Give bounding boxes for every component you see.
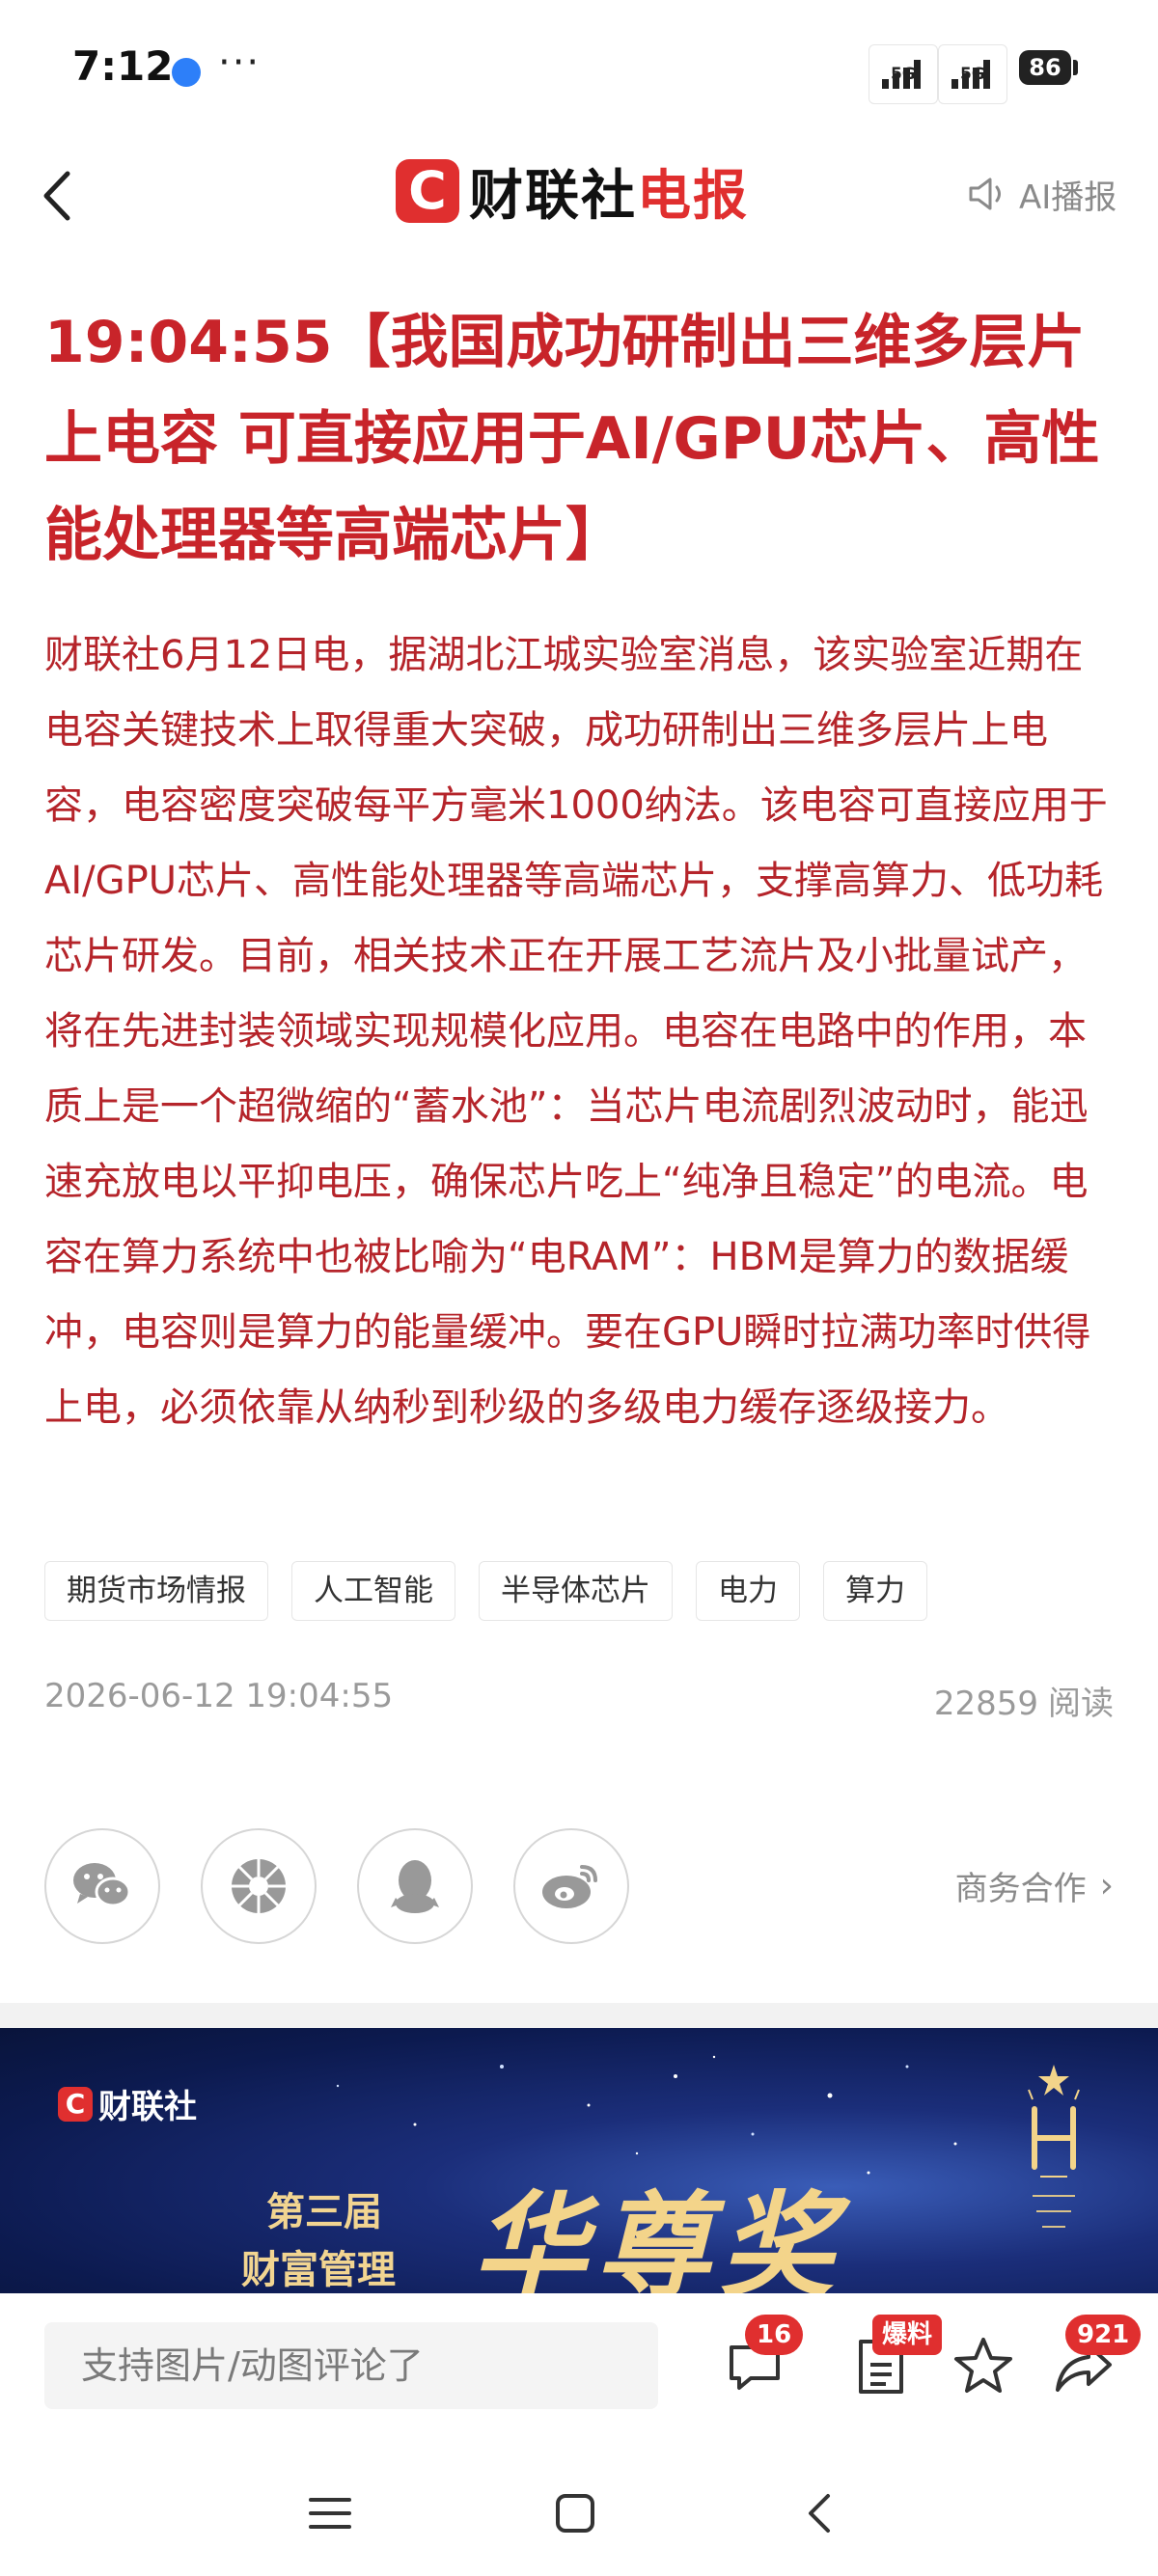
- status-time: 7:12: [72, 42, 174, 90]
- more-notifications-icon: ···: [218, 41, 262, 85]
- section-divider: [0, 2003, 1158, 2028]
- comment-bar: 支持图片/动图评论了 16 爆料 921: [0, 2293, 1158, 2438]
- speaker-icon: [969, 178, 1001, 210]
- read-count-value: 22859: [933, 1685, 1038, 1723]
- status-bar: 7:12 ··· 5G 5G 86: [0, 0, 1158, 135]
- share-row: [44, 1828, 629, 1944]
- banner-award-title: 华尊奖: [473, 2179, 844, 2293]
- banner-subtitle: 财富管理: [241, 2248, 396, 2292]
- ai-broadcast-button[interactable]: AI播报: [967, 170, 1117, 218]
- qq-icon: [391, 1860, 439, 1913]
- award-emblem-icon: [1028, 2065, 1080, 2228]
- battery-indicator: 86: [1019, 50, 1071, 85]
- chevron-right-icon: ›: [1099, 1866, 1114, 1905]
- app-notification-icon: [172, 58, 201, 87]
- share-moments-button[interactable]: [201, 1828, 317, 1944]
- banner-logo-mark: C: [58, 2086, 93, 2122]
- signal-2-icon: 5G: [938, 44, 1007, 104]
- comment-count-badge: 16: [745, 2315, 804, 2355]
- banner-edition: 第三届: [266, 2190, 382, 2234]
- ai-broadcast-label: AI播报: [1019, 178, 1117, 217]
- read-count-label: 阅读: [1048, 1685, 1114, 1723]
- app-logo: C 财联社电报: [396, 156, 749, 228]
- star-icon: [954, 2338, 1012, 2393]
- home-square-icon[interactable]: [546, 2484, 604, 2542]
- banner-logo-text: 财联社: [98, 2088, 197, 2126]
- tag-ai[interactable]: 人工智能: [291, 1561, 455, 1621]
- back-button[interactable]: [35, 162, 81, 230]
- article-headline: 19:04:55【我国成功研制出三维多层片上电容 可直接应用于AI/GPU芯片、…: [44, 309, 1100, 569]
- favorite-button[interactable]: [950, 2332, 1017, 2399]
- share-weibo-button[interactable]: [513, 1828, 629, 1944]
- business-cooperation-link[interactable]: 商务合作 ›: [955, 1862, 1114, 1909]
- tag-futures-intel[interactable]: 期货市场情报: [44, 1561, 268, 1621]
- moments-icon: [232, 1859, 286, 1913]
- system-back-icon[interactable]: [791, 2484, 849, 2542]
- share-wechat-button[interactable]: [44, 1828, 160, 1944]
- signal-1-icon: 5G: [868, 44, 938, 104]
- business-cooperation-label: 商务合作: [954, 1870, 1087, 1908]
- share-qq-button[interactable]: [357, 1828, 473, 1944]
- logo-mark: C: [396, 159, 459, 223]
- tag-compute[interactable]: 算力: [823, 1561, 927, 1621]
- article-body: 财联社6月12日电，据湖北江城实验室消息，该实验室近期在电容关键技术上取得重大突…: [44, 633, 1108, 1430]
- system-navigation-bar: [0, 2438, 1158, 2576]
- share-count-badge: 921: [1065, 2315, 1142, 2355]
- tag-list: 期货市场情报 人工智能 半导体芯片 电力 算力: [44, 1561, 927, 1621]
- weibo-icon: [542, 1865, 597, 1908]
- battery-tip: [1073, 60, 1078, 75]
- wechat-icon: [73, 1863, 131, 1907]
- chevron-left-icon: [43, 171, 70, 221]
- comment-input[interactable]: 支持图片/动图评论了: [44, 2322, 658, 2409]
- banner-logo: C 财联社: [58, 2080, 197, 2127]
- report-badge: 爆料: [872, 2315, 943, 2355]
- tag-semiconductor[interactable]: 半导体芯片: [479, 1561, 673, 1621]
- publish-date: 2026-06-12 19:04:55: [44, 1677, 394, 1715]
- tag-power[interactable]: 电力: [696, 1561, 800, 1621]
- menu-icon[interactable]: [301, 2484, 359, 2542]
- logo-text: 财联社电报: [469, 164, 749, 228]
- read-count: 22859 阅读: [934, 1677, 1114, 1724]
- banner-ad[interactable]: C 财联社 第三届 财富管理 华尊奖: [0, 2028, 1158, 2293]
